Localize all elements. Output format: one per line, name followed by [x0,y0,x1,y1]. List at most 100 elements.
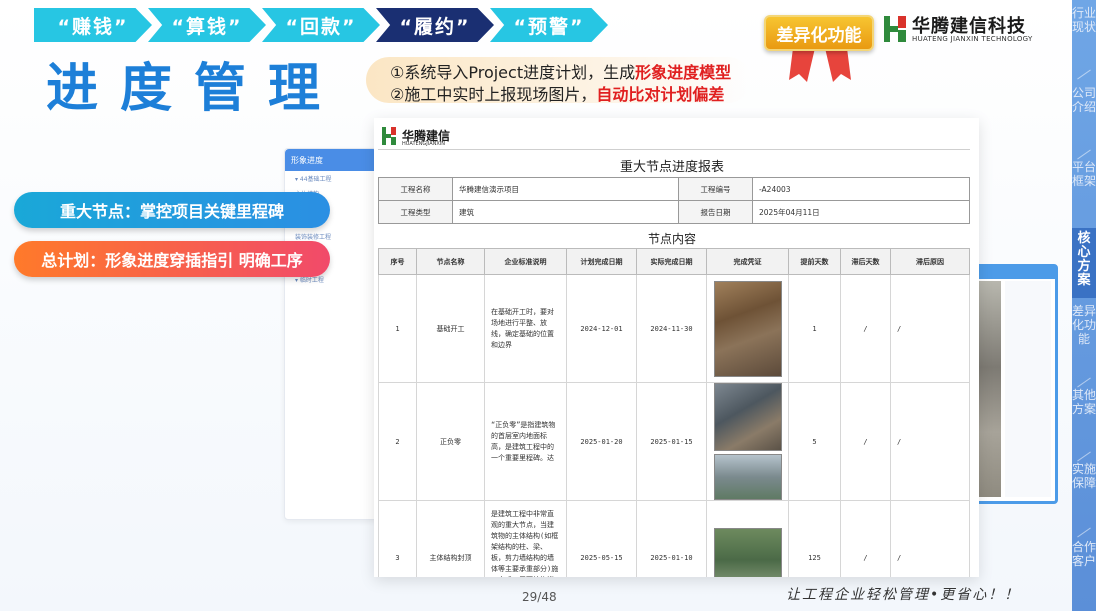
differentiation-badge: 差异化功能 [764,15,874,51]
milestone-pill: 重大节点：掌控项目关键里程碑 [14,192,330,228]
cell-delay-reason: / [890,500,970,577]
description-line-1-highlight: 形象进度模型 [635,63,732,82]
page-title: 进度管理 [46,59,343,119]
tab-yujing[interactable]: “预警” [490,8,608,42]
milestone-table: 序号 节点名称 企业标准说明 计划完成日期 实际完成日期 完成凭证 提前天数 滞… [378,248,970,577]
project-name-value: 华腾建信演示项目 [452,177,679,201]
column-header: 滞后天数 [840,248,891,275]
page-number: 29/48 [522,590,557,604]
sidenav-item-core-solution[interactable]: 核心方案 [1072,228,1096,298]
description-line-1: ①系统导入Project进度计划，生成形象进度模型 [390,59,731,83]
column-header: 序号 [378,248,417,275]
tab-huikuan[interactable]: “回款” [262,8,380,42]
background-window-header [975,267,1055,279]
description-line-1-text: ①系统导入Project进度计划，生成 [390,63,636,82]
description-line-2-text: ②施工中实时上报现场图片， [390,85,597,104]
cell-no: 3 [378,500,417,577]
table-header-row: 序号 节点名称 企业标准说明 计划完成日期 实际完成日期 完成凭证 提前天数 滞… [378,248,970,275]
sidenav-item-implementation[interactable]: 实施保障 [1072,462,1096,526]
cell-name: 正负零 [416,382,485,501]
brand-subtitle: HUATENG JIANXIN TECHNOLOGY [912,35,1033,43]
cell-desc: 在基础开工时，要对场地进行平整、放线，确定基础的位置和边界 [484,274,567,383]
sidenav-item-customers[interactable]: 合作客户 [1072,540,1096,604]
tab-zhuanqian[interactable]: “赚钱” [34,8,152,42]
section-title: 节点内容 [647,232,696,246]
project-type-value: 建筑 [452,200,679,224]
description-line-2-highlight: 自动比对计划偏差 [596,85,725,104]
sidenav-item-other[interactable]: 其他方案 [1072,388,1096,452]
cell-evidence [706,500,789,577]
tab-lvyue[interactable]: “履约” [376,8,494,42]
sidenav-divider [1077,149,1091,160]
cell-plan-date: 2025-05-15 [566,500,637,577]
cell-ahead-days: 1 [788,274,841,383]
column-header: 滞后原因 [890,248,970,275]
report-logo-icon [382,127,396,145]
background-window-body [1005,281,1051,497]
background-panel-header: 形象进度 [285,149,377,171]
cell-ahead-days: 5 [788,382,841,501]
cell-delay-reason: / [890,382,970,501]
sidenav-item-company[interactable]: 公司介绍 [1072,86,1096,150]
evidence-photo[interactable] [713,527,782,577]
table-row[interactable]: 2 正负零 “正负零”是指建筑物的首层室内地面标高，是建筑工程中的一个重要里程碑… [378,382,970,501]
background-site-photo [979,281,1001,497]
cell-plan-date: 2024-12-01 [566,274,637,383]
report-date-value: 2025年04月11日 [752,200,970,224]
cell-actual-date: 2025-01-10 [636,500,707,577]
cell-evidence [706,274,789,383]
cell-actual-date: 2025-01-15 [636,382,707,501]
cell-no: 1 [378,274,417,383]
cell-delay-days: / [840,500,891,577]
milestone-progress-report: 华腾建信 HUATENGJIANXIN 重大节点进度报表 工程名称 华腾建信演示… [374,118,979,577]
evidence-photo[interactable] [713,383,782,451]
tab-suanqian[interactable]: “算钱” [148,8,266,42]
cell-name: 基础开工 [416,274,485,383]
sidenav-divider [1077,69,1091,80]
sidenav-item-differentiation[interactable]: 差异化功能 [1072,304,1096,380]
column-header: 完成凭证 [706,248,789,275]
report-logo-subtitle: HUATENGJIANXIN [402,141,446,147]
sidenav-item-platform[interactable]: 平台框架 [1072,160,1096,224]
slide: “赚钱” “算钱” “回款” “履约” “预警” 进度管理 ①系统导入Proje… [0,0,1096,611]
table-row[interactable]: 1 基础开工 在基础开工时，要对场地进行平整、放线，确定基础的位置和边界 202… [378,274,970,383]
project-no-label: 工程编号 [678,177,753,201]
table-row[interactable]: 3 主体结构封顶 是建筑工程中非常直观的重大节点，当建筑物的主体结构(如框架结构… [378,500,970,577]
report-divider [378,149,970,150]
badge-ribbon-icon [789,48,851,82]
cell-actual-date: 2024-11-30 [636,274,707,383]
project-name-label: 工程名称 [378,177,453,201]
master-plan-pill: 总计划：形象进度穿插指引 明确工序 [14,241,330,277]
sidenav-divider [1077,451,1091,462]
column-header: 企业标准说明 [484,248,567,275]
cell-evidence [706,382,789,501]
cell-desc: 是建筑工程中非常直观的重大节点，当建筑物的主体结构(如框架结构的柱、梁、板，剪力… [484,500,567,577]
slogan: 让工程企业轻松管理•更省心！！ [786,587,1021,603]
sidenav-divider [1077,527,1091,538]
table-row: 工程名称 华腾建信演示项目 工程编号 -A24003 [378,177,970,201]
background-panel-item: ▾ 44基础工程 [295,176,332,183]
section-sidebar: 行业现状 公司介绍 平台框架 核心方案 差异化功能 其他方案 实施保障 合作客户 [1072,0,1096,611]
column-header: 计划完成日期 [566,248,637,275]
column-header: 实际完成日期 [636,248,707,275]
cell-ahead-days: 125 [788,500,841,577]
top-tabs: “赚钱” “算钱” “回款” “履约” “预警” [34,8,608,42]
report-title: 重大节点进度报表 [619,160,724,175]
report-info-table: 工程名称 华腾建信演示项目 工程编号 -A24003 工程类型 建筑 报告日期 … [378,177,970,224]
cell-plan-date: 2025-01-20 [566,382,637,501]
project-type-label: 工程类型 [378,200,453,224]
sidenav-item-industry[interactable]: 行业现状 [1072,4,1096,68]
evidence-photo[interactable] [713,280,782,377]
column-header: 提前天数 [788,248,841,275]
column-header: 节点名称 [416,248,485,275]
cell-delay-days: / [840,382,891,501]
evidence-photo[interactable] [713,454,782,500]
description-line-2: ②施工中实时上报现场图片，自动比对计划偏差 [390,81,724,105]
report-date-label: 报告日期 [678,200,753,224]
cell-desc: “正负零”是指建筑物的首层室内地面标高，是建筑工程中的一个重要里程碑。达 [484,382,567,501]
cell-delay-reason: / [890,274,970,383]
cell-name: 主体结构封顶 [416,500,485,577]
cell-no: 2 [378,382,417,501]
table-row: 工程类型 建筑 报告日期 2025年04月11日 [378,200,970,224]
background-site-photo-window [972,264,1058,504]
